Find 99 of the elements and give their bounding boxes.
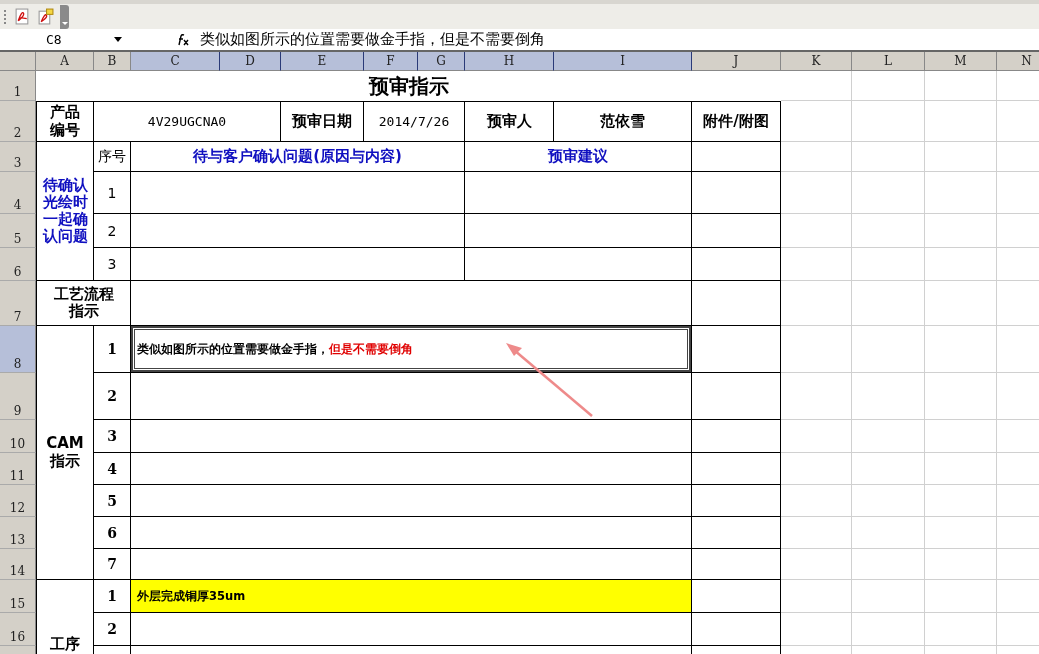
sheet-cell[interactable]	[852, 549, 925, 580]
row-number: 4	[107, 460, 117, 477]
row-number: 1	[107, 341, 117, 357]
column-heading: 预审建议	[548, 147, 608, 166]
sheet-cell[interactable]	[925, 373, 997, 420]
row-header[interactable]: 8	[0, 326, 36, 373]
sheet-title: 预审指示	[368, 72, 449, 100]
sheet-cell[interactable]	[925, 613, 997, 646]
row-number: 5	[107, 492, 117, 509]
sheet-cell[interactable]	[925, 142, 997, 172]
section-label: 工艺流程指示	[52, 285, 115, 321]
column-header[interactable]: K	[781, 52, 852, 71]
row-number: 7	[107, 556, 117, 572]
row-number: 2	[107, 388, 117, 404]
select-all-button[interactable]	[0, 52, 36, 71]
column-heading: 序号	[98, 147, 126, 166]
function-icon[interactable]	[176, 33, 190, 46]
column-header[interactable]: M	[925, 52, 997, 71]
table-cell: 2014/7/26	[378, 114, 450, 129]
sheet-cell[interactable]	[852, 172, 925, 214]
sheet-cell[interactable]	[925, 101, 997, 142]
column-header[interactable]: N	[997, 52, 1039, 71]
row-header[interactable]: 11	[0, 453, 36, 485]
sheet-cell[interactable]	[925, 549, 997, 580]
row-header[interactable]: 3	[0, 142, 36, 172]
row-number: 1	[107, 588, 117, 604]
sheet-cell[interactable]	[852, 485, 925, 517]
name-box[interactable]: C8	[0, 32, 110, 47]
column-header[interactable]: C	[131, 52, 220, 71]
column-header[interactable]: B	[94, 52, 131, 71]
row-header[interactable]: 9	[0, 373, 36, 420]
sheet-cell[interactable]	[852, 101, 925, 142]
pdf-comment-icon[interactable]	[37, 8, 54, 25]
column-header[interactable]: D	[220, 52, 281, 71]
sheet-cell[interactable]	[852, 326, 925, 373]
column-header[interactable]: J	[692, 52, 781, 71]
sheet-cell[interactable]	[852, 613, 925, 646]
field-label: 预审日期	[292, 112, 352, 131]
row-header[interactable]: 14	[0, 549, 36, 580]
column-header[interactable]: G	[418, 52, 465, 71]
column-header[interactable]: F	[364, 52, 418, 71]
row-header[interactable]: 12	[0, 485, 36, 517]
sheet-cell[interactable]	[852, 453, 925, 485]
row-header[interactable]: 1	[0, 71, 36, 101]
dropdown-icon[interactable]	[114, 37, 122, 42]
column-header[interactable]: A	[36, 52, 94, 71]
sheet-cell[interactable]	[925, 453, 997, 485]
row-number: 3	[107, 428, 117, 444]
table-cell: 类似如图所示的位置需要做金手指，但是不需要倒角	[131, 326, 692, 373]
column-header[interactable]: H	[465, 52, 554, 71]
row-header[interactable]: 2	[0, 101, 36, 142]
section-label: 工序	[50, 636, 80, 654]
sheet-cell[interactable]	[852, 373, 925, 420]
sheet-cell[interactable]	[852, 580, 925, 613]
row-number: 2	[107, 621, 117, 637]
field-label: 预审人	[486, 112, 532, 131]
table-cell: 外层完成铜厚35um	[131, 580, 692, 613]
sheet-cell[interactable]	[852, 214, 925, 248]
sheet-cell[interactable]	[925, 172, 997, 214]
sheet-cell[interactable]	[925, 281, 997, 326]
sheet-cell[interactable]	[852, 517, 925, 549]
sheet-cell[interactable]	[852, 281, 925, 326]
sheet-cell[interactable]	[852, 142, 925, 172]
field-label: 附件/附图	[703, 112, 769, 131]
row-header[interactable]: 13	[0, 517, 36, 549]
table-cell: 范依雪	[600, 112, 645, 131]
sheet-cell[interactable]	[925, 517, 997, 549]
toolbar-options-button[interactable]	[60, 4, 69, 29]
column-header[interactable]: E	[281, 52, 364, 71]
sheet-cell[interactable]	[852, 420, 925, 453]
column-header[interactable]: L	[852, 52, 925, 71]
row-header[interactable]: 10	[0, 420, 36, 453]
sheet-cell[interactable]	[925, 71, 997, 101]
row-header[interactable]: 15	[0, 580, 36, 613]
sheet-cell[interactable]	[852, 248, 925, 281]
sheet-cell[interactable]	[925, 580, 997, 613]
row-number: 6	[107, 524, 117, 541]
sheet-cell[interactable]	[925, 214, 997, 248]
column-heading: 待与客户确认问题(原因与内容)	[193, 147, 402, 166]
section-label: CAM指示	[45, 435, 85, 470]
row-number: 2	[107, 222, 117, 239]
row-header[interactable]: 16	[0, 613, 36, 646]
sheet-cell[interactable]	[852, 71, 925, 101]
row-header[interactable]: 7	[0, 281, 36, 326]
row-header[interactable]: 4	[0, 172, 36, 214]
pdf-icon[interactable]	[14, 8, 31, 25]
sheet-cell[interactable]	[925, 248, 997, 281]
row-number: 3	[107, 256, 117, 272]
formula-field[interactable]: 类似如图所示的位置需要做金手指，但是不需要倒角	[200, 30, 545, 49]
sheet-cell[interactable]	[925, 326, 997, 373]
sheet-cell[interactable]	[925, 420, 997, 453]
row-header[interactable]: 6	[0, 248, 36, 281]
field-label: 产品编号	[49, 104, 81, 139]
sheet-cell[interactable]	[925, 485, 997, 517]
table-cell: 4V29UGCNA0	[147, 114, 227, 129]
column-header[interactable]: I	[554, 52, 692, 71]
row-header[interactable]: 5	[0, 214, 36, 248]
row-number: 1	[107, 184, 117, 201]
section-label: 待确认光绘时一起确认问题	[41, 176, 89, 246]
